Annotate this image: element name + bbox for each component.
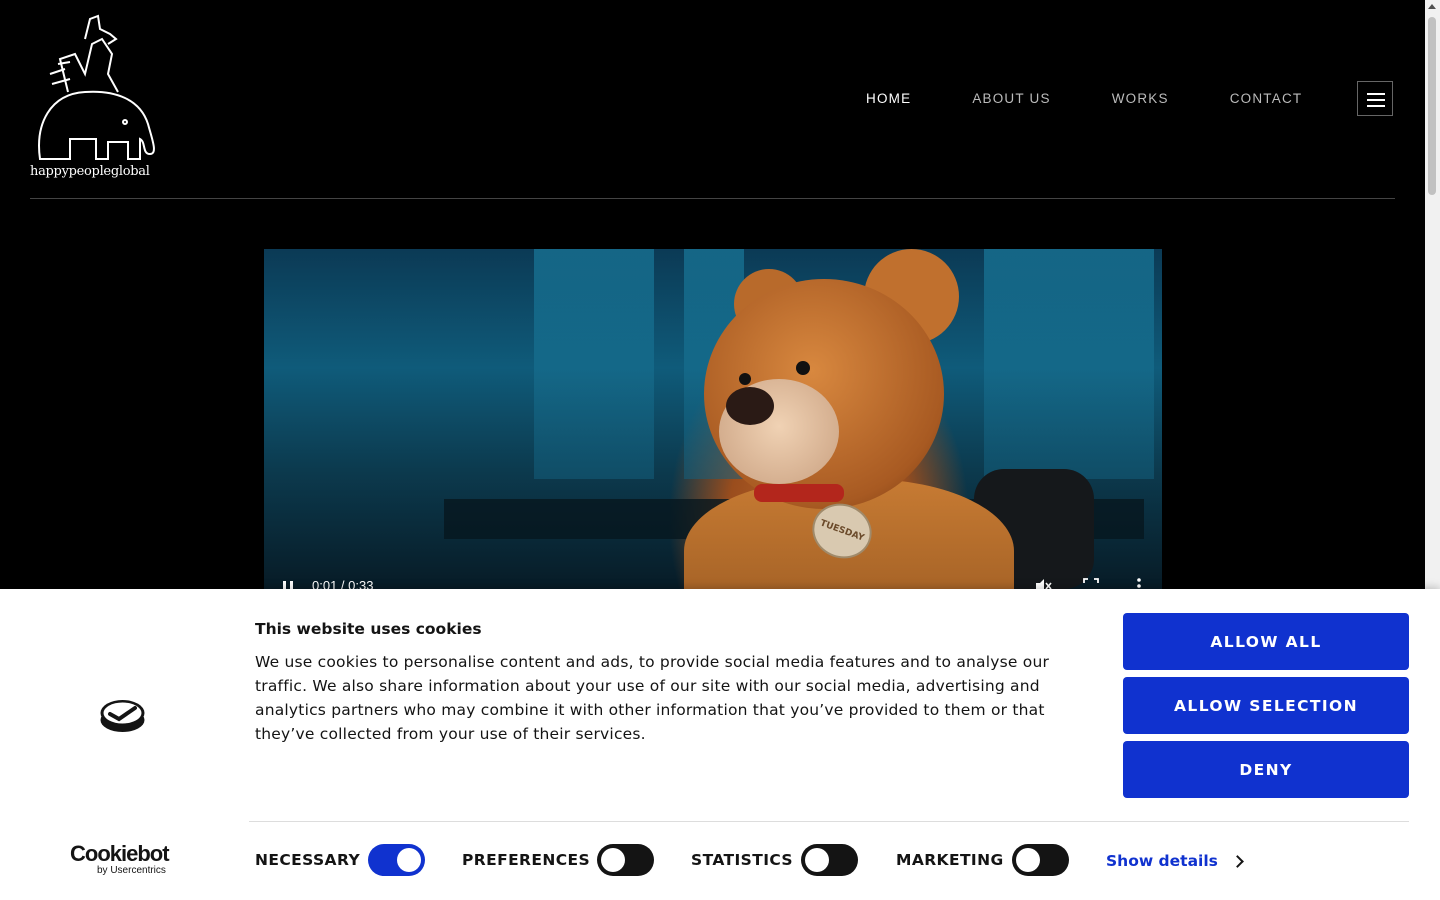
hamburger-icon: [1367, 93, 1385, 95]
necessary-label: NECESSARY: [255, 851, 361, 869]
pause-icon[interactable]: [282, 581, 294, 589]
header-divider: [30, 198, 1395, 199]
video-time: 0:01 / 0:33: [312, 578, 374, 589]
preferences-toggle[interactable]: [597, 844, 654, 876]
statistics-label: STATISTICS: [691, 851, 793, 869]
preferences-label: PREFERENCES: [462, 851, 591, 869]
menu-button[interactable]: [1357, 81, 1393, 116]
scrollbar-thumb[interactable]: [1428, 17, 1436, 195]
cookie-divider: [249, 821, 1409, 822]
cookie-icon: [100, 700, 145, 732]
logo-text: happypeopleglobal: [30, 164, 150, 179]
deny-button[interactable]: DENY: [1123, 741, 1409, 798]
nav-works[interactable]: WORKS: [1112, 91, 1169, 106]
cookie-banner: This website uses cookies We use cookies…: [0, 589, 1440, 900]
elephant-logo-icon: [38, 14, 155, 160]
show-details-link[interactable]: Show details: [1106, 852, 1218, 870]
chevron-right-icon: [1231, 855, 1244, 868]
cookiebot-brand-sub: by Usercentrics: [97, 865, 166, 876]
scroll-up-icon[interactable]: [1428, 4, 1436, 9]
logo[interactable]: happypeopleglobal: [30, 14, 160, 186]
main-nav: HOME ABOUT US WORKS CONTACT: [866, 91, 1302, 106]
marketing-toggle[interactable]: [1012, 844, 1069, 876]
marketing-label: MARKETING: [896, 851, 1004, 869]
video-controls: 0:01 / 0:33: [264, 569, 1162, 589]
nav-home[interactable]: HOME: [866, 91, 911, 106]
cookie-title: This website uses cookies: [255, 620, 482, 638]
nav-about-us[interactable]: ABOUT US: [972, 91, 1050, 106]
video-player[interactable]: TUESDAY 0:01 / 0:33: [264, 249, 1162, 589]
fullscreen-icon[interactable]: [1082, 577, 1100, 589]
cookie-description: We use cookies to personalise content an…: [255, 653, 1050, 743]
more-options-icon[interactable]: [1130, 577, 1148, 589]
necessary-toggle[interactable]: [368, 844, 425, 876]
cookiebot-brand-name: Cookiebot: [70, 841, 170, 866]
allow-all-button[interactable]: ALLOW ALL: [1123, 613, 1409, 670]
cookiebot-logo[interactable]: Cookiebot by Usercentrics: [70, 841, 170, 877]
nav-contact[interactable]: CONTACT: [1230, 91, 1303, 106]
muted-icon[interactable]: [1034, 577, 1052, 589]
allow-selection-button[interactable]: ALLOW SELECTION: [1123, 677, 1409, 734]
statistics-toggle[interactable]: [801, 844, 858, 876]
